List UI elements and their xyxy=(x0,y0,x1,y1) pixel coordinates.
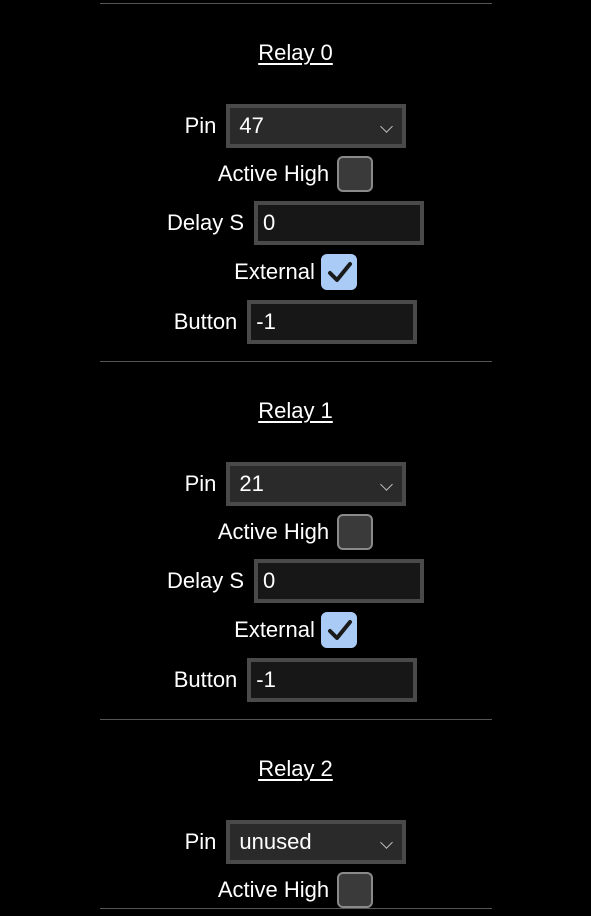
external-row: External xyxy=(0,608,591,652)
button-input[interactable]: -1 xyxy=(247,300,418,344)
active-high-checkbox[interactable] xyxy=(337,156,374,192)
relay-section-0: Relay 0 Pin 47 Active High Delay S 0 Ext… xyxy=(0,3,591,361)
button-row: Button -1 xyxy=(0,658,591,702)
relay-section-2: Relay 2 Pin unused Active High xyxy=(0,719,591,908)
relay-title: Relay 2 xyxy=(258,756,333,781)
delay-row: Delay S 0 xyxy=(0,559,591,603)
button-input[interactable]: -1 xyxy=(247,658,418,702)
pin-row: Pin unused xyxy=(0,820,591,864)
active-high-label: Active High xyxy=(217,877,330,902)
button-row: Button -1 xyxy=(0,300,591,344)
external-checkbox[interactable] xyxy=(320,254,357,290)
delay-input[interactable]: 0 xyxy=(254,559,425,603)
external-label: External xyxy=(234,617,315,642)
active-high-label: Active High xyxy=(217,519,330,544)
chevron-down-icon xyxy=(380,120,394,133)
relay-section-1: Relay 1 Pin 21 Active High Delay S 0 Ext… xyxy=(0,361,591,719)
delay-input[interactable]: 0 xyxy=(254,201,425,245)
button-label: Button xyxy=(173,309,238,334)
checkmark-icon xyxy=(327,620,352,640)
active-high-checkbox[interactable] xyxy=(337,514,374,550)
pin-select-value: 21 xyxy=(239,471,264,496)
pin-select-value: unused xyxy=(239,829,312,854)
active-high-row: Active High xyxy=(0,510,591,554)
active-high-row: Active High xyxy=(0,868,591,912)
external-label: External xyxy=(234,259,315,284)
delay-label: Delay S xyxy=(166,568,245,593)
chevron-down-icon xyxy=(380,478,394,491)
pin-select[interactable]: 21 xyxy=(226,462,407,506)
relay-title: Relay 1 xyxy=(258,398,333,423)
pin-label: Pin xyxy=(184,471,217,496)
delay-row: Delay S 0 xyxy=(0,201,591,245)
external-checkbox[interactable] xyxy=(320,612,357,648)
pin-select[interactable]: unused xyxy=(226,820,407,864)
active-high-row: Active High xyxy=(0,152,591,196)
pin-label: Pin xyxy=(184,113,217,138)
pin-row: Pin 47 xyxy=(0,104,591,148)
external-row: External xyxy=(0,250,591,294)
chevron-down-icon xyxy=(380,836,394,849)
checkmark-icon xyxy=(327,262,352,282)
active-high-label: Active High xyxy=(217,161,330,186)
relay-title: Relay 0 xyxy=(258,40,333,65)
active-high-checkbox[interactable] xyxy=(337,872,374,908)
pin-row: Pin 21 xyxy=(0,462,591,506)
pin-select[interactable]: 47 xyxy=(226,104,407,148)
pin-select-value: 47 xyxy=(239,113,264,138)
pin-label: Pin xyxy=(184,829,217,854)
delay-label: Delay S xyxy=(166,210,245,235)
button-label: Button xyxy=(173,667,238,692)
